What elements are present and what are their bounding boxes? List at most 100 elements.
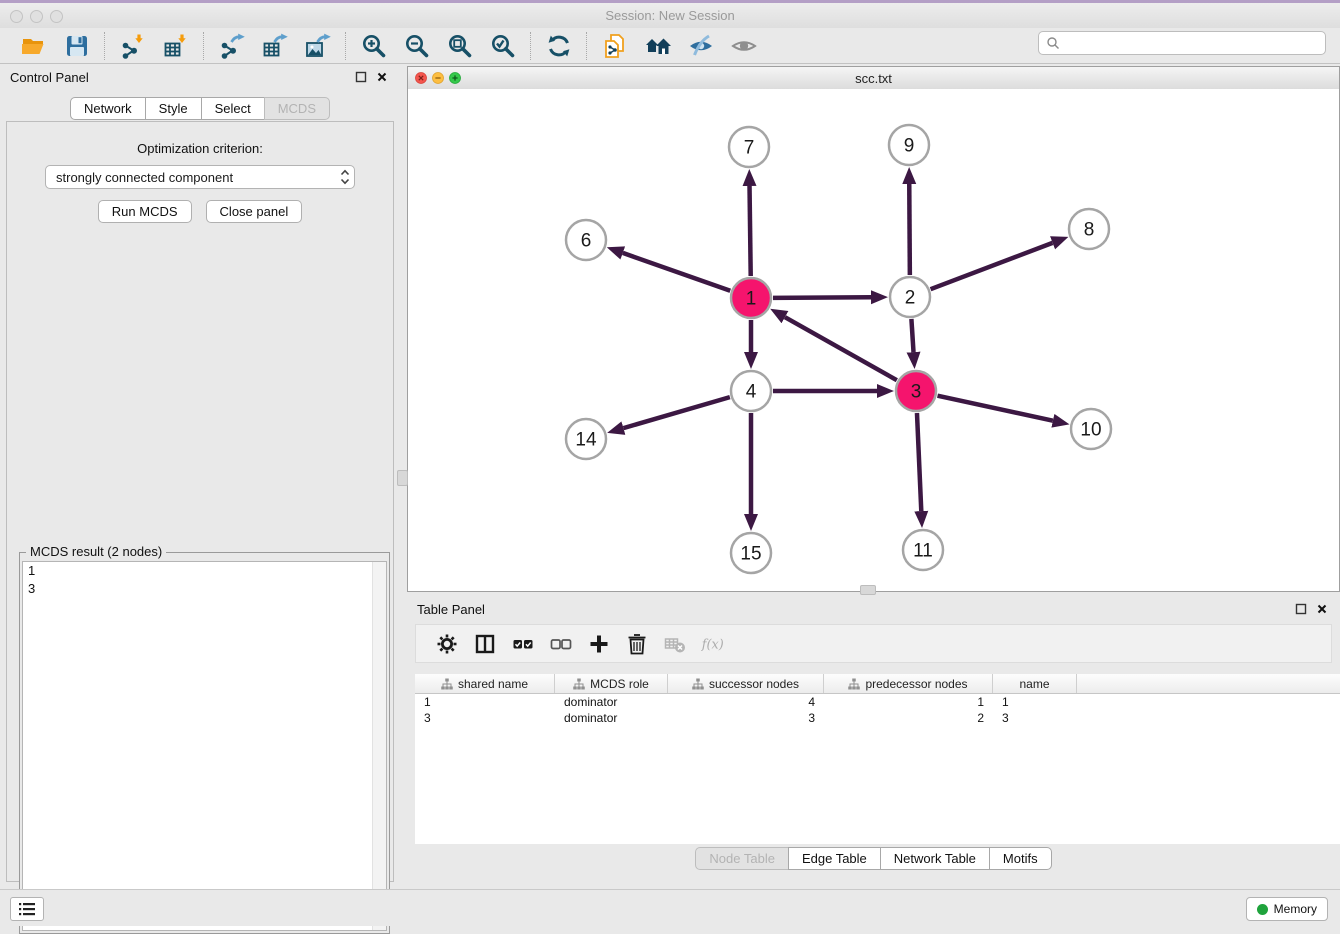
edge-1-6[interactable] — [623, 253, 730, 291]
fx-icon[interactable]: f(x) — [701, 633, 725, 655]
control-panel: Control Panel NetworkStyleSelectMCDS Opt… — [0, 64, 400, 890]
tab-mcds[interactable]: MCDS — [264, 97, 330, 120]
tab-network-table[interactable]: Network Table — [880, 847, 990, 870]
table-cell[interactable]: 3 — [668, 711, 824, 725]
table-row[interactable]: 1dominator411 — [415, 694, 1340, 710]
export-table-icon[interactable] — [262, 33, 288, 59]
close-panel-button[interactable]: Close panel — [206, 200, 303, 223]
node-11[interactable]: 11 — [903, 530, 943, 570]
node-2[interactable]: 2 — [890, 277, 930, 317]
network-canvas[interactable]: 7 9 6 8 1 2 4 3 14 10 15 11 — [408, 89, 1339, 591]
table-cell[interactable]: 4 — [668, 695, 824, 709]
result-scrollbar[interactable] — [372, 562, 386, 930]
table-cell[interactable]: 3 — [993, 711, 1077, 725]
table-header-row: shared nameMCDS rolesuccessor nodesprede… — [415, 674, 1340, 694]
edge-1-7[interactable] — [750, 186, 751, 276]
node-6[interactable]: 6 — [566, 220, 606, 260]
hide-selected-icon[interactable] — [688, 33, 714, 59]
svg-text:4: 4 — [746, 382, 757, 403]
zoom-in-icon[interactable] — [361, 33, 387, 59]
node-7[interactable]: 7 — [729, 127, 769, 167]
memory-button[interactable]: Memory — [1246, 897, 1328, 921]
column-header-name[interactable]: name — [993, 674, 1077, 693]
edge-4-14[interactable] — [623, 397, 729, 428]
result-node-id[interactable]: 1 — [23, 562, 386, 580]
table-cell[interactable]: 2 — [824, 711, 993, 725]
import-table-icon[interactable] — [163, 33, 189, 59]
float-table-panel-icon[interactable] — [1295, 603, 1307, 615]
table-cell[interactable]: 1 — [415, 695, 555, 709]
gear-icon[interactable] — [435, 633, 459, 655]
node-8[interactable]: 8 — [1069, 209, 1109, 249]
node-table[interactable]: shared nameMCDS rolesuccessor nodesprede… — [415, 674, 1340, 844]
edge-1-2[interactable] — [773, 297, 871, 298]
edge-2-8[interactable] — [931, 243, 1053, 289]
export-network-icon[interactable] — [219, 33, 245, 59]
search-input[interactable] — [1060, 35, 1325, 52]
table-cell[interactable]: 3 — [415, 711, 555, 725]
add-icon[interactable] — [587, 633, 611, 655]
tab-edge-table[interactable]: Edge Table — [788, 847, 881, 870]
tab-network[interactable]: Network — [70, 97, 146, 120]
optimization-criterion-select[interactable]: strongly connected component — [45, 165, 355, 189]
table-panel: Table Panel f(x) shared nameMCDS rolesuc… — [407, 596, 1340, 888]
search-box[interactable] — [1038, 31, 1326, 55]
table-row[interactable]: 3dominator323 — [415, 710, 1340, 726]
zoom-out-icon[interactable] — [404, 33, 430, 59]
column-header-predecessor-nodes[interactable]: predecessor nodes — [824, 674, 993, 693]
delete-table-icon[interactable] — [663, 633, 687, 655]
refresh-icon[interactable] — [546, 33, 572, 59]
table-cell[interactable]: dominator — [555, 695, 668, 709]
svg-text:11: 11 — [913, 541, 933, 562]
task-history-button[interactable] — [10, 897, 44, 921]
node-3[interactable]: 3 — [896, 371, 936, 411]
mcds-result-list[interactable]: 13 — [22, 561, 387, 931]
tab-motifs[interactable]: Motifs — [989, 847, 1052, 870]
table-cell[interactable]: dominator — [555, 711, 668, 725]
select-all-icon[interactable] — [511, 633, 535, 655]
edge-3-11[interactable] — [917, 413, 921, 511]
column-header-successor-nodes[interactable]: successor nodes — [668, 674, 824, 693]
column-header-shared-name[interactable]: shared name — [415, 674, 555, 693]
show-all-icon[interactable] — [731, 33, 757, 59]
network-window-titlebar[interactable]: scc.txt — [408, 67, 1339, 90]
column-header-MCDS-role[interactable]: MCDS role — [555, 674, 668, 693]
edge-3-10[interactable] — [937, 396, 1052, 421]
save-icon[interactable] — [64, 33, 90, 59]
new-network-from-selection-icon[interactable] — [602, 33, 628, 59]
deselect-all-icon[interactable] — [549, 633, 573, 655]
table-cell[interactable]: 1 — [824, 695, 993, 709]
node-15[interactable]: 15 — [731, 533, 771, 573]
edge-3-1[interactable] — [785, 317, 897, 380]
horizontal-splitter-grip[interactable] — [860, 585, 876, 595]
close-table-panel-icon[interactable] — [1316, 603, 1328, 615]
tab-select[interactable]: Select — [201, 97, 265, 120]
delete-icon[interactable] — [625, 633, 649, 655]
close-panel-icon[interactable] — [376, 71, 388, 83]
zoom-selected-icon[interactable] — [490, 33, 516, 59]
node-1[interactable]: 1 — [731, 278, 771, 318]
import-network-icon[interactable] — [120, 33, 146, 59]
toolbar-separator — [203, 32, 204, 60]
node-10[interactable]: 10 — [1071, 409, 1111, 449]
dropdown-stepper-icon — [336, 169, 354, 185]
first-neighbors-icon[interactable] — [645, 33, 671, 59]
vertical-splitter-grip[interactable] — [397, 470, 408, 486]
tab-node-table[interactable]: Node Table — [695, 847, 789, 870]
edge-2-9[interactable] — [909, 184, 910, 275]
node-4[interactable]: 4 — [731, 371, 771, 411]
edge-2-3[interactable] — [911, 319, 913, 352]
tab-style[interactable]: Style — [145, 97, 202, 120]
run-mcds-button[interactable]: Run MCDS — [98, 200, 192, 223]
zoom-fit-icon[interactable] — [447, 33, 473, 59]
export-image-icon[interactable] — [305, 33, 331, 59]
network-graph[interactable]: 7 9 6 8 1 2 4 3 14 10 15 11 — [408, 89, 1339, 592]
float-panel-icon[interactable] — [355, 71, 367, 83]
open-icon[interactable] — [21, 33, 47, 59]
show-columns-icon[interactable] — [473, 633, 497, 655]
node-14[interactable]: 14 — [566, 419, 606, 459]
search-icon — [1046, 36, 1060, 50]
node-9[interactable]: 9 — [889, 125, 929, 165]
table-cell[interactable]: 1 — [993, 695, 1077, 709]
result-node-id[interactable]: 3 — [23, 580, 386, 598]
